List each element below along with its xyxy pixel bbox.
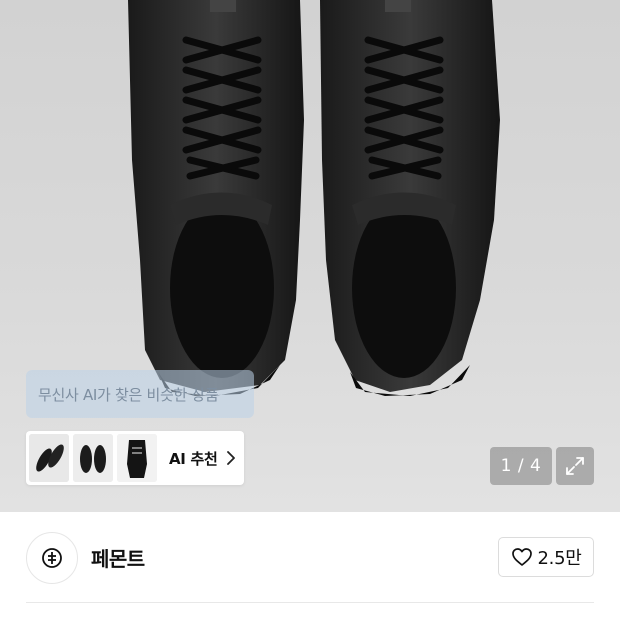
similar-thumbnail-1 [29,434,69,482]
brand-logo-icon [42,548,62,568]
brand-name[interactable]: 페몬트 [91,543,145,572]
expand-image-button[interactable] [556,447,594,485]
brand-logo[interactable] [26,532,78,584]
like-count: 2.5만 [537,548,582,569]
heart-icon [511,548,532,566]
product-image-gallery[interactable]: 무신사 AI가 찾은 비슷한 상품 AI 추천 1 / 4 [0,0,620,512]
similar-thumbnail-3 [117,434,157,482]
ai-similar-tooltip: 무신사 AI가 찾은 비슷한 상품 [26,370,254,418]
ai-recommend-button[interactable]: AI 추천 [26,431,244,485]
like-button[interactable]: 2.5만 [498,537,594,577]
similar-thumbnail-2 [73,434,113,482]
brand-row: 페몬트 2.5만 [0,512,620,602]
image-page-counter: 1 / 4 [490,447,552,485]
ai-recommend-label: AI 추천 [169,449,218,468]
expand-arrows-icon [566,457,584,475]
chevron-right-icon [226,451,235,465]
section-divider [26,602,594,603]
ai-tooltip-text: 무신사 AI가 찾은 비슷한 상품 [38,385,219,404]
